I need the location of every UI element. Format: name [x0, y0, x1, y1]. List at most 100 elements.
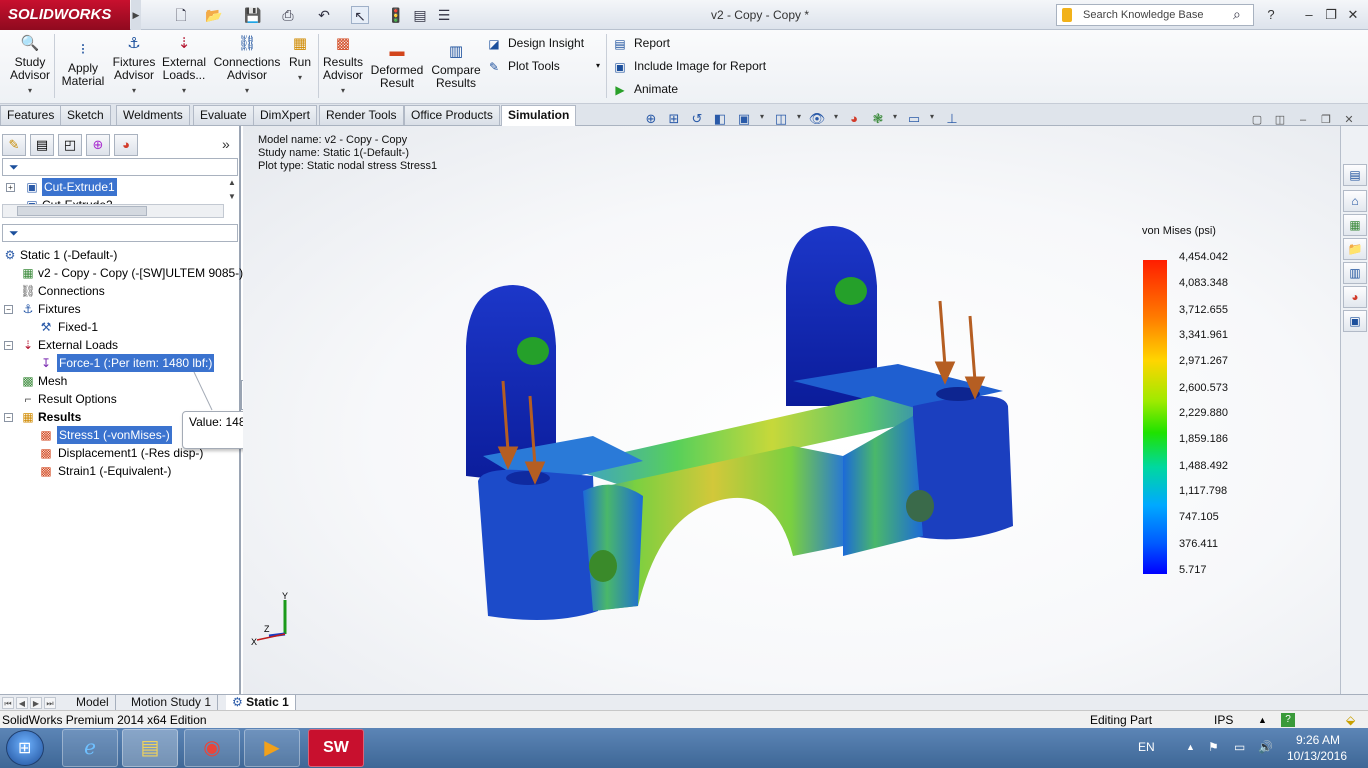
clock-time[interactable]: 9:26 AM	[1290, 733, 1346, 747]
tree-item-fixtures[interactable]: − ⚓ Fixtures	[0, 300, 240, 318]
media-player-icon[interactable]: ▶	[244, 729, 300, 767]
design-insight-button[interactable]: ◪ Design Insight	[486, 34, 584, 52]
tree-item-cut-extrude2[interactable]: ▣ Cut-Extrude2	[4, 196, 234, 204]
show-hidden-icons-icon[interactable]: ▲	[1186, 742, 1195, 752]
last-tab-icon[interactable]: ⏭	[44, 697, 56, 709]
rebuild-icon[interactable]: 🚦	[387, 6, 405, 24]
solidworks-logo[interactable]: SOLIDWORKS	[0, 0, 130, 30]
new-document-icon[interactable]: 🗋	[172, 6, 190, 24]
open-icon[interactable]: 📂	[205, 6, 223, 24]
volume-icon[interactable]: 🔊	[1258, 740, 1273, 754]
tab-static[interactable]: ⚙ Static 1	[226, 695, 296, 711]
tree-item-connections[interactable]: ⛓ Connections	[0, 282, 240, 300]
run-button[interactable]: ▦ Run ▾	[286, 34, 314, 84]
view-palette-icon[interactable]: ▥	[1343, 262, 1367, 284]
next-tab-icon[interactable]: ▶	[30, 697, 42, 709]
chevron-down-icon[interactable]: ▾	[834, 112, 838, 121]
home-icon[interactable]: ⌂	[1343, 190, 1367, 212]
menu-expand-arrow-icon[interactable]: ▶	[131, 0, 141, 30]
file-properties-icon[interactable]: ▤	[411, 6, 429, 24]
solidworks-taskbar-icon[interactable]: SW	[308, 729, 364, 767]
select-icon[interactable]: ↖	[351, 6, 369, 24]
close-icon[interactable]: ✕	[1344, 6, 1362, 24]
configurationmanager-tab-icon[interactable]: ◰	[58, 134, 82, 156]
save-icon[interactable]: 💾	[244, 6, 262, 24]
feature-filter[interactable]: ⏷	[2, 158, 238, 176]
search-icon[interactable]: ⌕	[1233, 6, 1241, 23]
chevron-down-icon[interactable]: ▾	[893, 112, 897, 121]
units-text[interactable]: IPS	[1214, 711, 1233, 729]
featuremanager-tab-icon[interactable]: ✎	[2, 134, 26, 156]
fixtures-advisor-button[interactable]: ⚓ Fixtures Advisor ▾	[110, 34, 158, 97]
expand-panel-icon[interactable]: »	[222, 136, 230, 152]
help-icon[interactable]: ?	[1262, 6, 1280, 24]
design-library-icon[interactable]: ▦	[1343, 214, 1367, 236]
tree-item-cut-extrude1[interactable]: + ▣ Cut-Extrude1	[4, 178, 234, 196]
plot-tools-button[interactable]: ✎ Plot Tools ▾	[486, 57, 600, 75]
network-icon[interactable]: ▭	[1234, 740, 1245, 754]
tab-motion-study[interactable]: Motion Study 1	[125, 695, 219, 711]
custom-properties-icon[interactable]: ▣	[1343, 310, 1367, 332]
horizontal-scrollbar[interactable]	[2, 204, 224, 218]
connections-advisor-button[interactable]: ⛓ Connections Advisor ▾	[212, 34, 282, 97]
help-status-icon[interactable]: ?	[1281, 713, 1295, 727]
animate-button[interactable]: ▶ Animate	[612, 80, 678, 98]
knowledge-base-search[interactable]: Search Knowledge Base ⌕	[1056, 4, 1254, 26]
tab-sketch[interactable]: Sketch	[60, 105, 111, 125]
tree-item-external-loads[interactable]: − ⇣ External Loads	[0, 336, 240, 354]
scrollbar-thumb[interactable]	[17, 206, 147, 216]
appearances-icon[interactable]: ◕	[1343, 286, 1367, 308]
scroll-up-icon[interactable]: ▲	[228, 178, 236, 187]
internet-explorer-icon[interactable]: ℯ	[62, 729, 118, 767]
tag-icon[interactable]: ⬙	[1346, 711, 1355, 729]
tree-item-study[interactable]: ⚙ Static 1 (-Default-)	[0, 246, 240, 264]
graphics-area[interactable]: Model name: v2 - Copy - Copy Study name:…	[243, 126, 1340, 694]
deformed-result-button[interactable]: ▬ Deformed Result	[370, 42, 424, 90]
apply-material-button[interactable]: ⁝ Apply Material	[60, 40, 106, 88]
displaymanager-tab-icon[interactable]: ◕	[114, 134, 138, 156]
clock-date[interactable]: 10/13/2016	[1284, 749, 1350, 763]
chevron-down-icon[interactable]: ▾	[797, 112, 801, 121]
tree-item-fixed[interactable]: ⚒ Fixed-1	[0, 318, 240, 336]
compare-results-button[interactable]: ▥ Compare Results	[430, 42, 482, 90]
options-icon[interactable]: ☰	[435, 6, 453, 24]
tab-office-products[interactable]: Office Products	[404, 105, 500, 125]
chrome-icon[interactable]: ◉	[184, 729, 240, 767]
expand-icon[interactable]: +	[6, 183, 15, 192]
results-advisor-button[interactable]: ▩ Results Advisor ▾	[322, 34, 364, 97]
file-explorer-icon[interactable]: 📁	[1343, 238, 1367, 260]
collapse-icon[interactable]: −	[4, 305, 13, 314]
collapse-icon[interactable]: −	[4, 413, 13, 422]
undo-icon[interactable]: ↶	[315, 6, 333, 24]
prev-tab-icon[interactable]: ◀	[16, 697, 28, 709]
minimize-icon[interactable]: –	[1300, 6, 1318, 24]
chevron-down-icon[interactable]: ▾	[930, 112, 934, 121]
tab-model[interactable]: Model	[70, 695, 116, 711]
print-icon[interactable]: ⎙	[279, 6, 297, 24]
tab-render-tools[interactable]: Render Tools	[319, 105, 404, 125]
collapse-icon[interactable]: −	[4, 341, 13, 350]
propertymanager-tab-icon[interactable]: ▤	[30, 134, 54, 156]
start-button[interactable]: ⊞	[6, 730, 44, 766]
tree-item-strain[interactable]: ▩ Strain1 (-Equivalent-)	[0, 462, 240, 480]
study-advisor-button[interactable]: 🔍 Study Advisor ▾	[10, 34, 50, 97]
external-loads-button[interactable]: ⇣ External Loads... ▾	[160, 34, 208, 97]
tab-dimxpert[interactable]: DimXpert	[253, 105, 318, 125]
tab-features[interactable]: Features	[0, 105, 62, 125]
simulation-filter[interactable]: ⏷	[2, 224, 238, 242]
report-button[interactable]: ▤ Report	[612, 34, 670, 52]
solidworks-resources-icon[interactable]: ▤	[1343, 164, 1367, 186]
include-image-button[interactable]: ▣ Include Image for Report	[612, 57, 766, 75]
file-explorer-taskbar-icon[interactable]: ▤	[122, 729, 178, 767]
tab-evaluate[interactable]: Evaluate	[193, 105, 254, 125]
language-indicator[interactable]: EN	[1138, 740, 1155, 754]
action-center-flag-icon[interactable]: ⚑	[1208, 740, 1219, 754]
dimxpertmanager-tab-icon[interactable]: ⊕	[86, 134, 110, 156]
scroll-down-icon[interactable]: ▼	[228, 192, 236, 201]
tree-item-part[interactable]: ▦ v2 - Copy - Copy (-[SW]ULTEM 9085-)	[0, 264, 243, 282]
tab-weldments[interactable]: Weldments	[116, 105, 190, 125]
tab-simulation[interactable]: Simulation	[501, 105, 577, 126]
chevron-down-icon[interactable]: ▾	[760, 112, 764, 121]
restore-icon[interactable]: ❐	[1322, 6, 1340, 24]
units-up-arrow-icon[interactable]: ▲	[1258, 711, 1267, 729]
